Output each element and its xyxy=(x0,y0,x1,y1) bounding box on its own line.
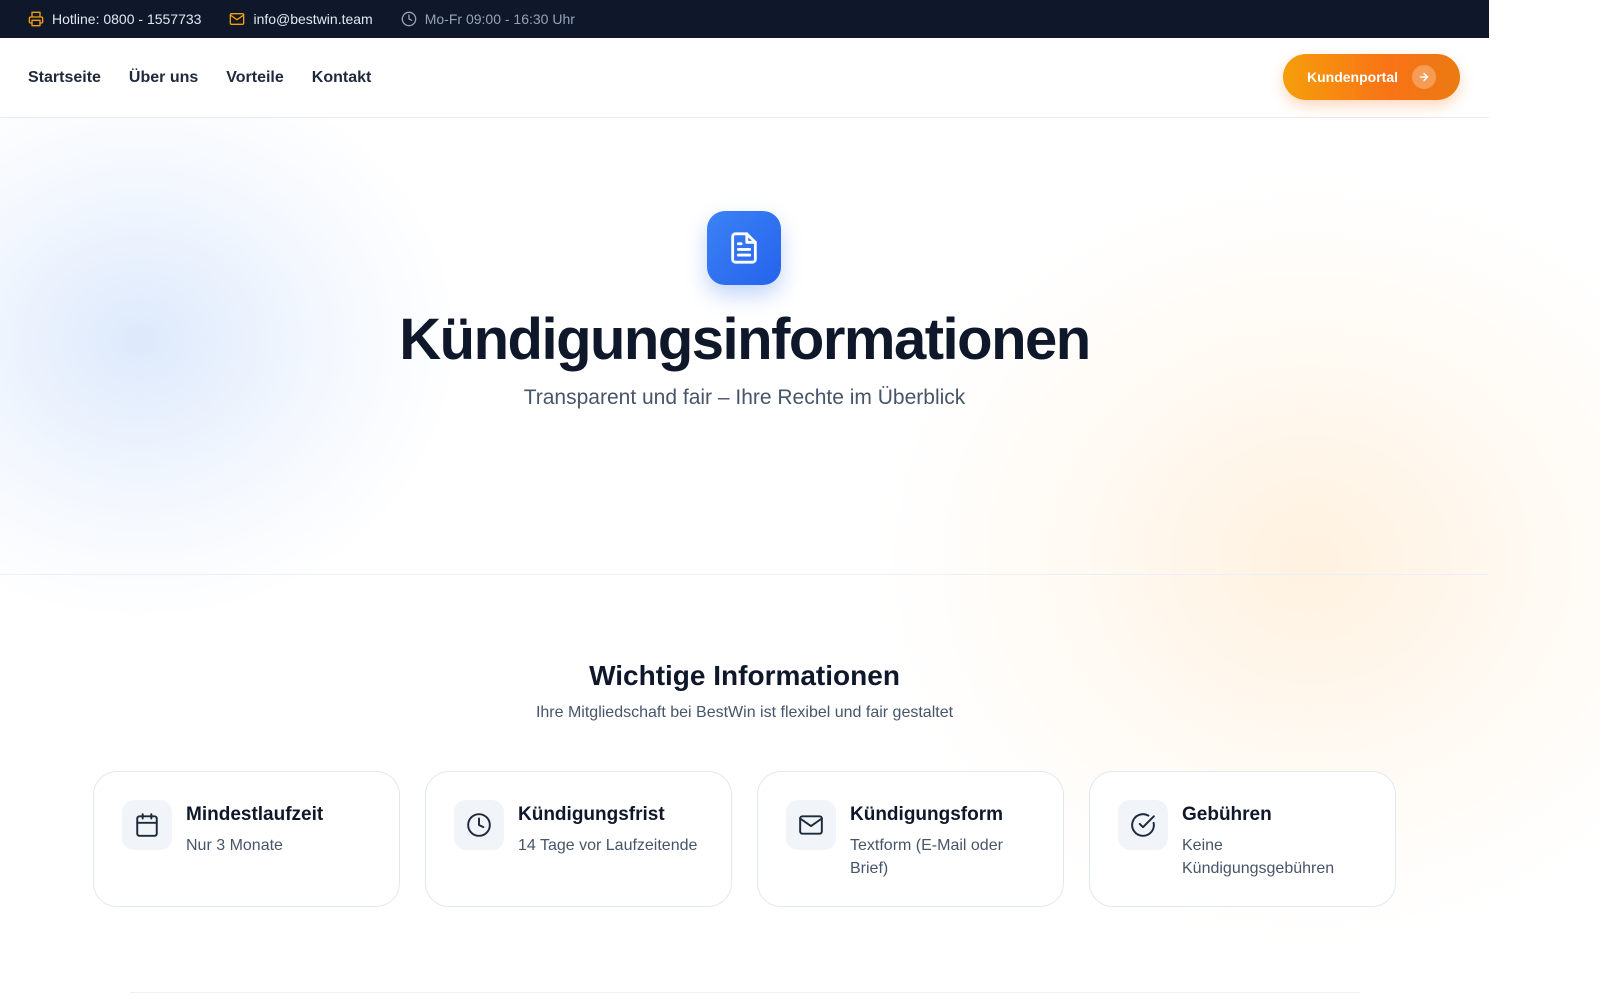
email-item[interactable]: info@bestwin.team xyxy=(229,11,373,27)
info-card-gebuehren: Gebühren Keine Kündigungsgebühren xyxy=(1089,771,1396,907)
nav-links: Startseite Über uns Vorteile Kontakt xyxy=(28,69,371,87)
info-card-kuendigungsform: Kündigungsform Textform (E-Mail oder Bri… xyxy=(757,771,1064,907)
kundenportal-label: Kundenportal xyxy=(1307,69,1398,85)
card-title: Kündigungsfrist xyxy=(518,804,665,825)
page-title: Kündigungsinformationen xyxy=(399,307,1091,372)
section-subtitle: Ihre Mitgliedschaft bei BestWin ist flex… xyxy=(535,704,954,721)
card-description: Textform (E-Mail oder Brief) xyxy=(850,837,1003,877)
card-description: 14 Tage vor Laufzeitende xyxy=(518,837,698,854)
important-info-section: Wichtige Informationen Ihre Mitgliedscha… xyxy=(0,576,1489,996)
card-description: Nur 3 Monate xyxy=(186,837,283,854)
card-text: Kündigungsfrist 14 Tage vor Laufzeitende xyxy=(518,800,697,857)
document-icon xyxy=(707,211,781,285)
top-info-bar: Hotline: 0800 - 1557733 info@bestwin.tea… xyxy=(0,0,1489,38)
nav-link-ueber-uns[interactable]: Über uns xyxy=(129,69,198,87)
page-subtitle: Transparent und fair – Ihre Rechte im Üb… xyxy=(523,386,966,409)
nav-link-kontakt[interactable]: Kontakt xyxy=(312,69,372,87)
card-title: Kündigungsform xyxy=(850,804,1004,825)
hours-text: Mo-Fr 09:00 - 16:30 Uhr xyxy=(424,11,575,27)
card-text: Mindestlaufzeit Nur 3 Monate xyxy=(186,800,323,857)
check-circle-icon xyxy=(1118,800,1168,850)
mail-icon xyxy=(229,11,245,27)
info-cards: Mindestlaufzeit Nur 3 Monate Kündigungsf… xyxy=(93,771,1396,907)
nav-link-vorteile[interactable]: Vorteile xyxy=(226,69,284,87)
nav-link-startseite[interactable]: Startseite xyxy=(28,69,101,87)
page: Hotline: 0800 - 1557733 info@bestwin.tea… xyxy=(0,0,1600,1000)
hotline-text: Hotline: 0800 - 1557733 xyxy=(52,11,202,27)
kundenportal-button[interactable]: Kundenportal xyxy=(1283,54,1460,100)
info-card-kuendigungsfrist: Kündigungsfrist 14 Tage vor Laufzeitende xyxy=(425,771,732,907)
hours-item: Mo-Fr 09:00 - 16:30 Uhr xyxy=(401,11,575,27)
printer-icon xyxy=(28,11,44,27)
card-text: Gebühren Keine Kündigungsgebühren xyxy=(1182,800,1367,880)
card-description: Keine Kündigungsgebühren xyxy=(1182,837,1335,877)
main-navigation: Startseite Über uns Vorteile Kontakt Kun… xyxy=(0,38,1489,118)
card-text: Kündigungsform Textform (E-Mail oder Bri… xyxy=(850,800,1035,880)
email-text: info@bestwin.team xyxy=(253,11,373,27)
card-title: Mindestlaufzeit xyxy=(186,804,324,825)
mail-icon xyxy=(786,800,836,850)
card-title: Gebühren xyxy=(1182,804,1272,825)
calendar-icon xyxy=(122,800,172,850)
clock-icon xyxy=(401,11,417,27)
hero-section: Kündigungsinformationen Transparent und … xyxy=(0,118,1489,575)
info-card-mindestlaufzeit: Mindestlaufzeit Nur 3 Monate xyxy=(93,771,400,907)
clock-icon xyxy=(454,800,504,850)
arrow-right-icon xyxy=(1412,65,1436,89)
hotline-item[interactable]: Hotline: 0800 - 1557733 xyxy=(28,11,201,27)
section-title: Wichtige Informationen xyxy=(589,660,900,691)
